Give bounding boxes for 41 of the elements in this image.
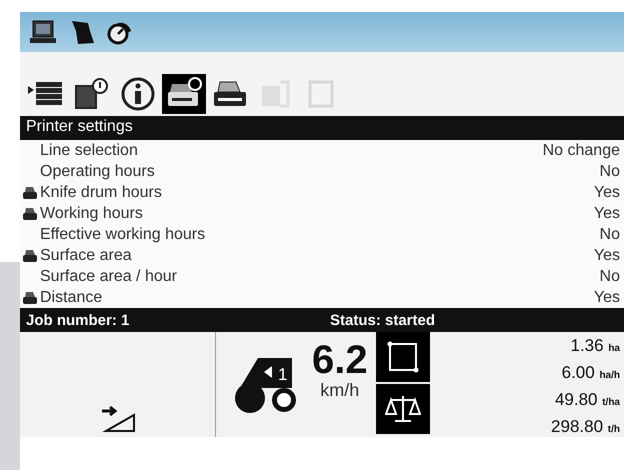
setting-value: Yes: [594, 246, 620, 264]
reading: 298.80 t/h: [551, 416, 620, 438]
setting-row[interactable]: Operating hours No: [20, 161, 624, 182]
tractor-icon: [235, 358, 296, 413]
speed-unit: km/h: [320, 380, 360, 401]
setting-label: Surface area: [40, 246, 133, 264]
setting-row[interactable]: Effective working hours No: [20, 224, 624, 245]
setting-value: No: [600, 268, 620, 286]
toolbar-tab[interactable]: [162, 74, 206, 114]
reading: 6.00 ha/h: [562, 362, 620, 384]
setting-row[interactable]: Line selection No change: [20, 140, 624, 161]
arrow-slope-icon[interactable]: [100, 405, 136, 433]
setting-row[interactable]: Distance Yes: [20, 287, 624, 308]
area-icon: [386, 340, 420, 374]
setting-label: Operating hours: [40, 162, 156, 180]
reading: 49.80 t/ha: [554, 389, 620, 411]
setting-row[interactable]: Knife drum hours Yes: [20, 182, 624, 203]
setting-label: Knife drum hours: [40, 184, 163, 202]
setting-value: No: [600, 162, 620, 180]
scale-icon: [384, 394, 421, 424]
setting-label: Surface area / hour: [40, 268, 178, 286]
setting-row[interactable]: Surface area Yes: [20, 245, 624, 266]
setting-value: No change: [542, 142, 620, 160]
setting-value: Yes: [594, 184, 620, 202]
setting-label: Distance: [40, 288, 104, 306]
setting-value: Yes: [594, 288, 620, 306]
setting-value: Yes: [594, 204, 620, 222]
section-title: Printer settings: [20, 116, 624, 140]
setting-label: Effective working hours: [40, 226, 206, 244]
job-status: Status: started: [330, 312, 436, 328]
reading: 1.36 ha: [570, 335, 620, 357]
scale-button[interactable]: [376, 384, 430, 434]
job-number: Job number: 1: [26, 312, 130, 328]
setting-row[interactable]: Working hours Yes: [20, 203, 624, 224]
area-button[interactable]: [376, 332, 430, 382]
setting-value: No: [600, 226, 620, 244]
speed-value: 6.2: [312, 340, 368, 380]
gear-number: 1: [278, 365, 288, 384]
setting-row[interactable]: Surface area / hour No: [20, 266, 624, 287]
setting-label: Line selection: [40, 142, 139, 160]
setting-label: Working hours: [40, 204, 144, 222]
